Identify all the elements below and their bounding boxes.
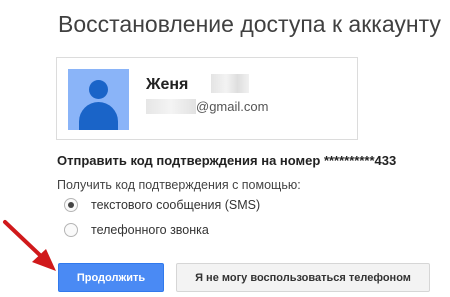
radio-call[interactable]	[64, 223, 78, 237]
account-card: Женя @gmail.com	[56, 57, 358, 140]
avatar	[68, 69, 129, 130]
option-call[interactable]: телефонного звонка	[64, 223, 209, 237]
name-redaction	[211, 74, 249, 93]
avatar-body	[79, 102, 118, 130]
option-call-label: телефонного звонка	[91, 223, 209, 237]
no-phone-button[interactable]: Я не могу воспользоваться телефоном	[176, 263, 430, 292]
page-title: Восстановление доступа к аккаунту	[58, 11, 441, 37]
account-email: @gmail.com	[196, 99, 269, 114]
annotation-arrow-icon	[3, 220, 56, 271]
send-code-text: Отправить код подтверждения на номер ***…	[57, 153, 397, 168]
email-redaction	[146, 99, 196, 114]
avatar-head	[89, 80, 108, 99]
option-sms[interactable]: текстового сообщения (SMS)	[64, 198, 260, 212]
method-label: Получить код подтверждения с помощью:	[57, 178, 301, 192]
radio-sms[interactable]	[64, 198, 78, 212]
continue-button[interactable]: Продолжить	[58, 263, 164, 292]
option-sms-label: текстового сообщения (SMS)	[91, 198, 261, 212]
account-name: Женя	[146, 76, 189, 93]
